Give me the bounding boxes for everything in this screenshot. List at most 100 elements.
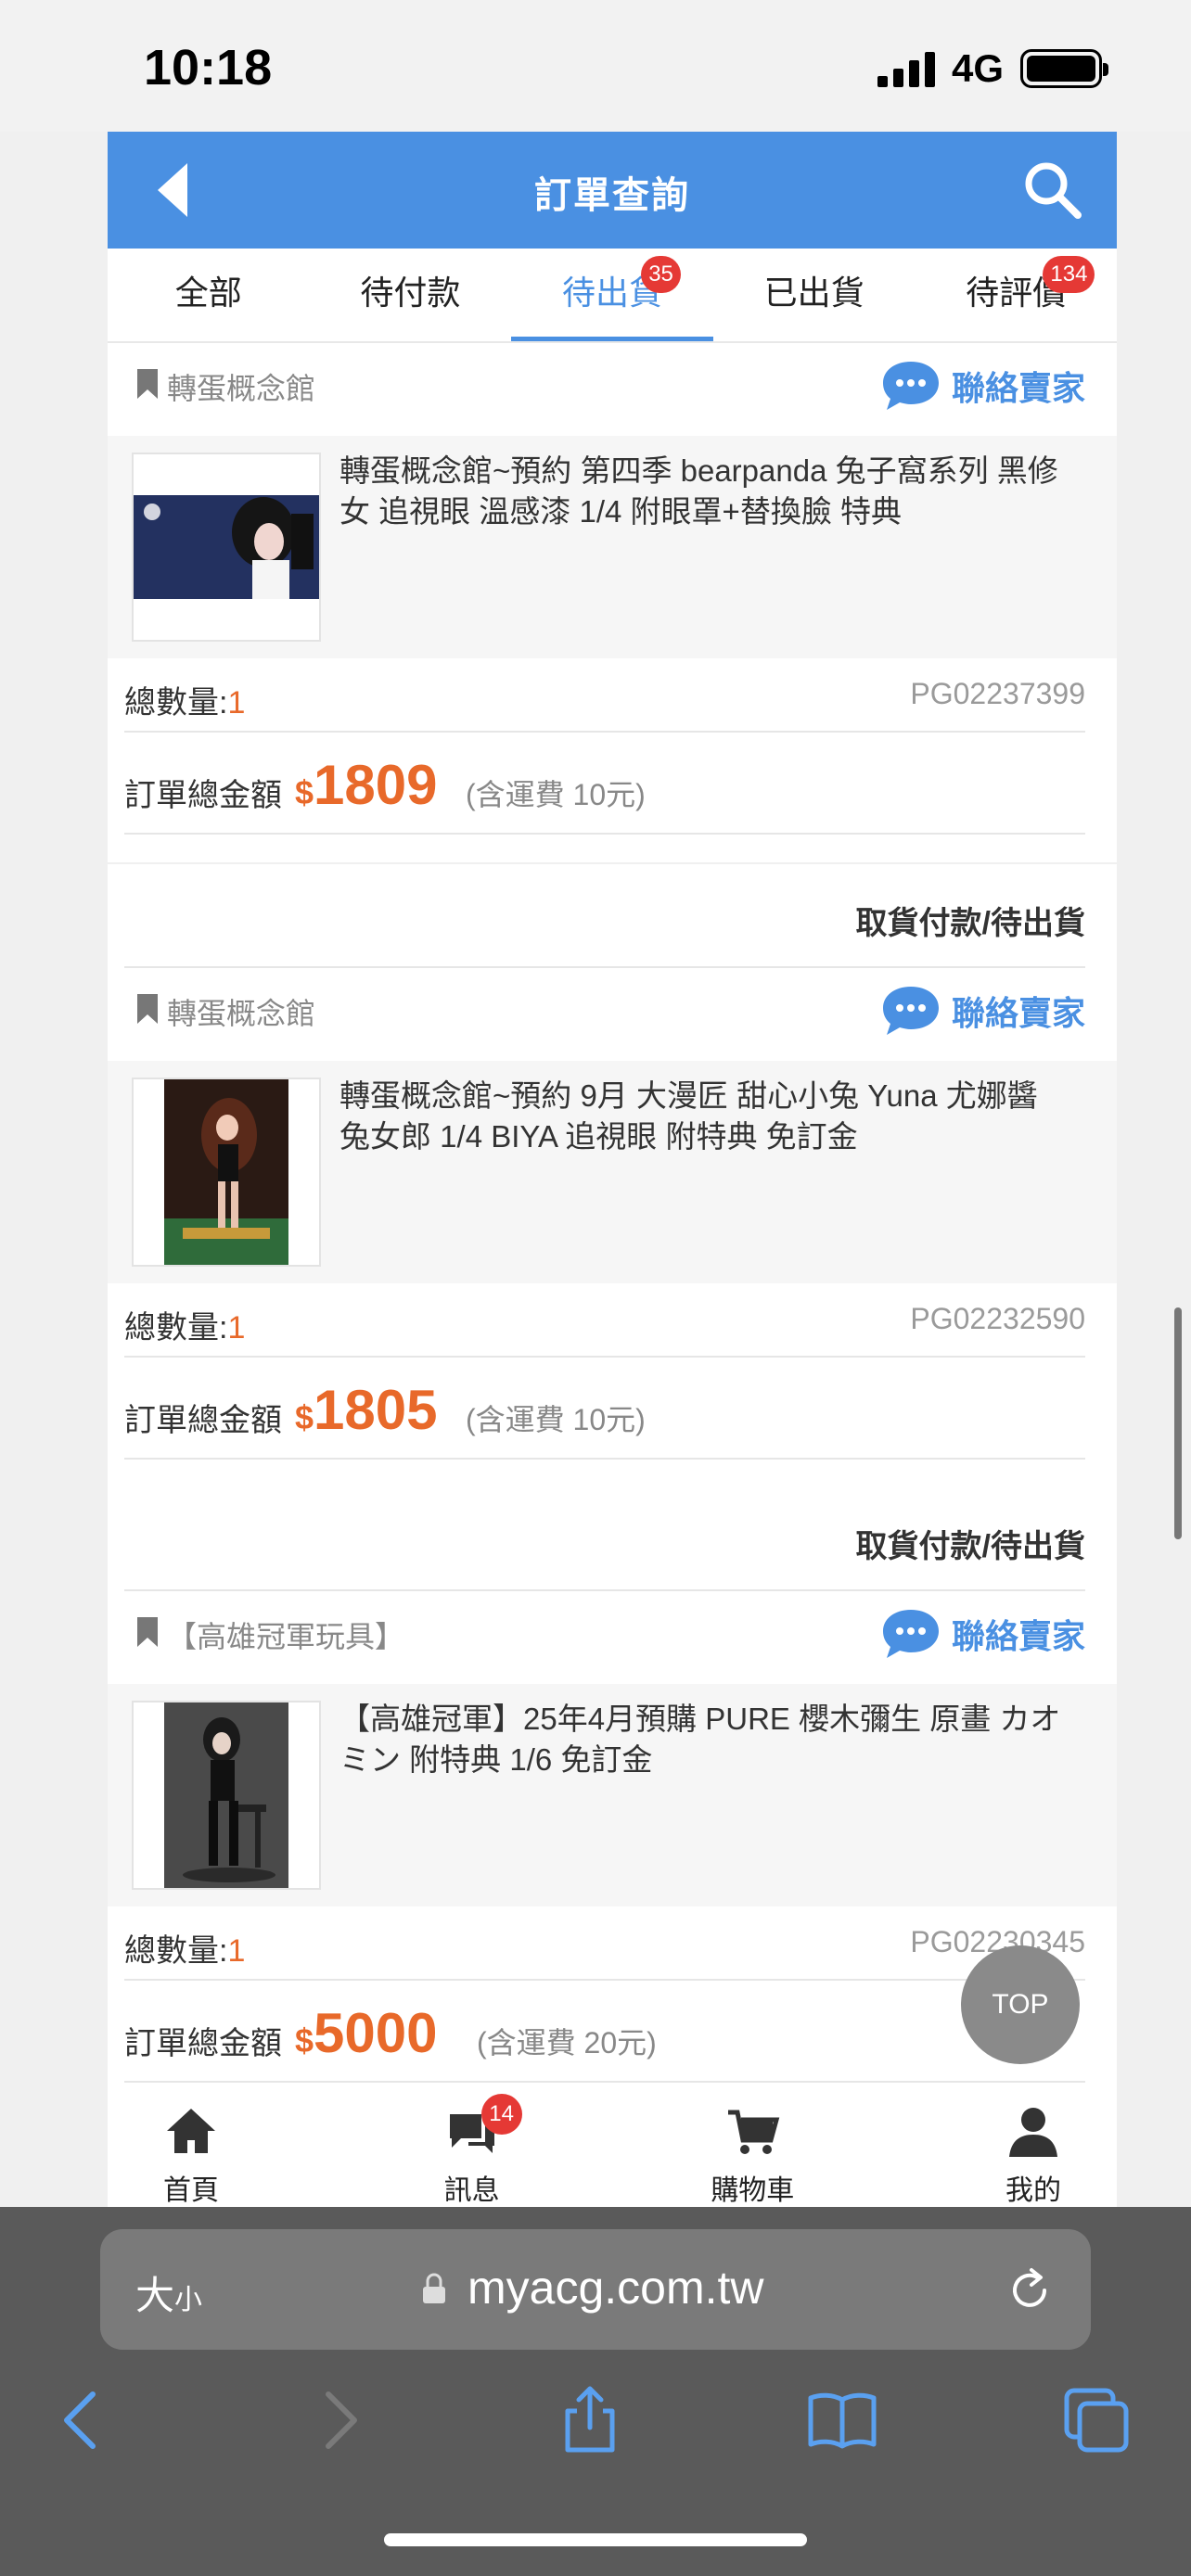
- total-row: 訂單總金額 $1805 (含運費 10元): [124, 1358, 1085, 1460]
- product-title: 轉蛋概念館~預約 9月 大漫匠 甜心小兔 Yuna 尤娜醬 兔女郎 1/4 BI…: [339, 1078, 1038, 1154]
- contact-seller-label: 聯絡賣家: [951, 369, 1085, 407]
- order-item[interactable]: 轉蛋概念館~預約 第四季 bearpanda 兔子窩系列 黑修女 追視眼 溫感漆…: [108, 436, 1117, 658]
- status-time: 10:18: [144, 40, 273, 96]
- share-icon[interactable]: [553, 2383, 627, 2457]
- nav-label: 訊息: [443, 2175, 500, 2206]
- quantity-caption: 總數量:: [124, 685, 228, 721]
- status-bar: 10:18 4G: [0, 0, 1191, 132]
- shop-name: 轉蛋概念館: [167, 997, 316, 1030]
- quantity-row: 總數量:1 PG02232590: [124, 1283, 1085, 1358]
- bookmark-icon: [137, 369, 158, 399]
- text-size-button[interactable]: 大小: [135, 2264, 202, 2321]
- chat-bubble-icon: [882, 1610, 939, 1658]
- quantity-row: 總數量:1 PG02230345: [124, 1906, 1085, 1981]
- order-status-row: 取貨付款/待出貨: [124, 864, 1085, 968]
- product-thumbnail: [132, 1078, 321, 1267]
- nav-cart[interactable]: 購物車: [687, 2086, 817, 2207]
- chat-bubble-icon: [882, 362, 939, 410]
- bottom-nav: 首頁 14 訊息 購物車 我的: [108, 2086, 1117, 2207]
- order-number: PG02237399: [910, 677, 1085, 710]
- total-row: 訂單總金額 $5000 (含運費 20元): [124, 1981, 1085, 2083]
- tabs-icon[interactable]: [1059, 2383, 1133, 2457]
- quantity-value: 1: [227, 1933, 246, 1969]
- figure-image: [164, 1702, 288, 1888]
- quantity-caption: 總數量:: [124, 1310, 228, 1345]
- text-size-small: 小: [174, 2285, 203, 2315]
- currency-symbol: $: [295, 2021, 314, 2060]
- address-bar[interactable]: 大小 myacg.com.tw: [100, 2229, 1091, 2350]
- total-amount: $1809: [295, 753, 438, 817]
- nav-home[interactable]: 首頁: [126, 2086, 256, 2207]
- order-item[interactable]: 轉蛋概念館~預約 9月 大漫匠 甜心小兔 Yuna 尤娜醬 兔女郎 1/4 BI…: [108, 1061, 1117, 1283]
- order-item[interactable]: 【高雄冠軍】25年4月預購 PURE 櫻木彌生 原畫 カオミン 附特典 1/6 …: [108, 1684, 1117, 1906]
- tab-badge: 134: [1043, 256, 1095, 293]
- battery-icon: [1020, 49, 1108, 88]
- app-frame: 訂單查詢 全部 待付款 待出貨 35 已出貨 待評價 134 轉蛋概念館 聯絡賣…: [108, 132, 1117, 2207]
- order-status: 取貨付款/待出貨: [855, 906, 1085, 941]
- quantity-label: 總數量:1: [124, 677, 245, 722]
- order-status-row: 取貨付款/待出貨: [124, 1487, 1085, 1591]
- tab-to-review[interactable]: 待評價 134: [915, 249, 1117, 341]
- bookmarks-icon[interactable]: [805, 2383, 879, 2457]
- figure-image: [134, 495, 319, 599]
- tab-pending-shipment[interactable]: 待出貨 35: [511, 249, 713, 341]
- nav-label: 購物車: [711, 2175, 795, 2206]
- shop-name: 【高雄冠軍玩具】: [167, 1620, 405, 1653]
- product-title: 【高雄冠軍】25年4月預購 PURE 櫻木彌生 原畫 カオミン 附特典 1/6 …: [339, 1702, 1061, 1777]
- shipping-fee: (含運費 20元): [477, 2026, 657, 2060]
- network-label: 4G: [951, 46, 1004, 90]
- order-status: 取貨付款/待出貨: [855, 1529, 1085, 1564]
- shop-row: 轉蛋概念館 聯絡賣家: [108, 968, 1117, 1061]
- total-amount: $1805: [295, 1378, 438, 1442]
- quantity-row: 總數量:1 PG02237399: [124, 658, 1085, 733]
- shop-row: 【高雄冠軍玩具】 聯絡賣家: [108, 1591, 1117, 1684]
- status-icons: 4G: [877, 46, 1108, 91]
- lock-icon: [423, 2273, 445, 2303]
- scroll-top-button[interactable]: TOP: [961, 1945, 1080, 2064]
- currency-symbol: $: [295, 1398, 314, 1436]
- browser-toolbar: [0, 2383, 1191, 2494]
- search-icon[interactable]: [1020, 158, 1085, 223]
- product-thumbnail: [132, 453, 321, 642]
- tab-unpaid[interactable]: 待付款: [310, 249, 512, 341]
- contact-seller-label: 聯絡賣家: [951, 1617, 1085, 1655]
- home-indicator: [384, 2533, 807, 2546]
- nav-label: 我的: [1005, 2175, 1061, 2206]
- back-icon[interactable]: [45, 2383, 119, 2457]
- nav-messages[interactable]: 14 訊息: [407, 2086, 537, 2207]
- tab-shipped[interactable]: 已出貨: [713, 249, 916, 341]
- total-label: 訂單總金額: [124, 778, 282, 813]
- app-header: 訂單查詢: [108, 132, 1117, 249]
- scroll-indicator[interactable]: [1174, 1307, 1182, 1539]
- order-tabs: 全部 待付款 待出貨 35 已出貨 待評價 134: [108, 249, 1117, 343]
- total-value: 1805: [314, 1379, 438, 1441]
- shipping-fee: (含運費 10元): [466, 1403, 646, 1436]
- text-size-label: 大: [135, 2274, 175, 2317]
- quantity-value: 1: [227, 685, 246, 721]
- contact-seller-button[interactable]: 聯絡賣家: [879, 983, 1085, 1039]
- tab-label: 已出貨: [763, 274, 864, 312]
- currency-symbol: $: [295, 773, 314, 811]
- contact-seller-button[interactable]: 聯絡賣家: [879, 1606, 1085, 1662]
- figure-image: [164, 1079, 288, 1265]
- total-value: 5000: [314, 2002, 438, 2064]
- total-row: 訂單總金額 $1809 (含運費 10元): [124, 733, 1085, 835]
- nav-profile[interactable]: 我的: [968, 2086, 1098, 2207]
- tab-label: 全部: [174, 274, 242, 312]
- reload-icon[interactable]: [1004, 2264, 1056, 2316]
- nav-label: 首頁: [163, 2175, 219, 2206]
- contact-seller-label: 聯絡賣家: [951, 994, 1085, 1032]
- order-card: 取貨付款/待出貨 轉蛋概念館 聯絡賣家 轉蛋概念館~預約 9月 大漫匠 甜心小兔…: [108, 864, 1117, 1487]
- tab-badge: 35: [641, 256, 681, 293]
- contact-seller-button[interactable]: 聯絡賣家: [879, 358, 1085, 414]
- url-text: myacg.com.tw: [467, 2262, 764, 2314]
- forward-icon[interactable]: [302, 2383, 377, 2457]
- total-value: 1809: [314, 754, 438, 816]
- order-number: PG02232590: [910, 1302, 1085, 1335]
- shipping-fee: (含運費 10元): [466, 778, 646, 811]
- order-card: 轉蛋概念館 聯絡賣家 轉蛋概念館~預約 第四季 bearpanda 兔子窩系列 …: [108, 343, 1117, 862]
- total-label: 訂單總金額: [124, 2026, 282, 2061]
- browser-chrome: 大小 myacg.com.tw: [0, 2207, 1191, 2576]
- tab-all[interactable]: 全部: [108, 249, 310, 341]
- chat-bubble-icon: [882, 987, 939, 1035]
